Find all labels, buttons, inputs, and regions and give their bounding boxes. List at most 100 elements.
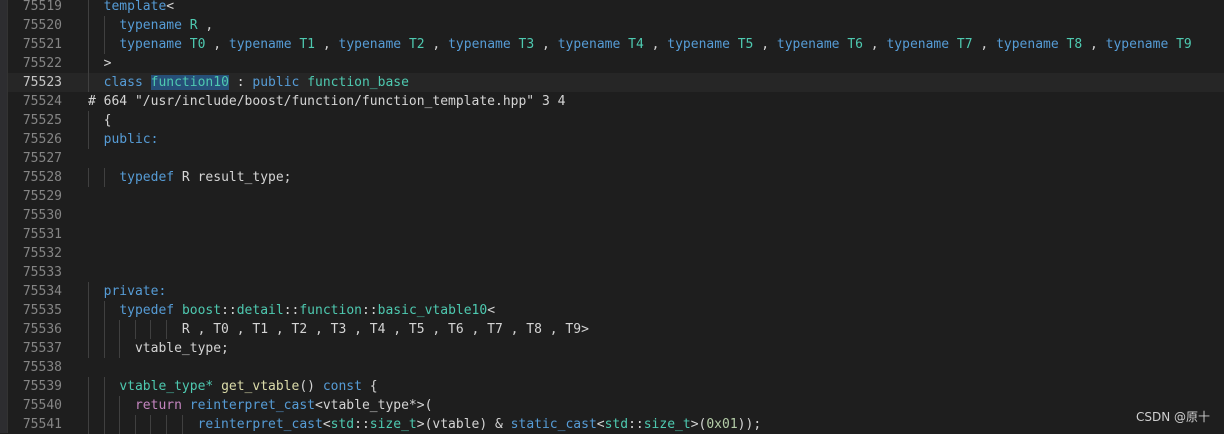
code-token: , [197, 18, 214, 33]
code-line[interactable]: 75533 [8, 263, 1224, 282]
code-line[interactable]: 75536 R , T0 , T1 , T2 , T3 , T4 , T5 , … [8, 320, 1224, 339]
code-token: , [862, 37, 887, 52]
code-token: >( [690, 417, 707, 432]
indent-guide [88, 73, 89, 92]
line-number: 75538 [22, 360, 62, 375]
code-text: typename T0 , typename T1 , typename T2 … [62, 35, 1224, 54]
indent-guide [166, 320, 167, 339]
code-token: < [596, 417, 605, 432]
line-number: 75535 [22, 303, 62, 318]
code-line[interactable]: 75528 typedef R result_type; [8, 168, 1224, 187]
line-number: 75532 [22, 246, 62, 261]
code-line[interactable]: 75522 > [8, 54, 1224, 73]
code-line[interactable]: 75525 { [8, 111, 1224, 130]
code-line[interactable]: 75541 reinterpret_cast<std::size_t>(vtab… [8, 415, 1224, 434]
indent-guide [88, 320, 89, 339]
code-token: reinterpret_cast [197, 417, 323, 432]
code-token: :: [354, 417, 370, 432]
code-token: T0 [189, 37, 206, 52]
code-line[interactable]: 75530 [8, 206, 1224, 225]
code-line[interactable]: 75519 template< [8, 0, 1224, 16]
code-text: public: [62, 130, 1224, 149]
line-number: 75527 [22, 151, 62, 166]
code-token: : [228, 75, 253, 90]
indent-guide [103, 16, 105, 35]
code-line[interactable]: 75523 class function10 : public function… [8, 73, 1224, 92]
indent-guide [88, 339, 89, 358]
code-token: typename [448, 37, 511, 52]
code-token: vtable_type; [134, 341, 229, 356]
indent-guide [88, 377, 89, 396]
line-number: 75519 [22, 0, 62, 14]
code-token: :: [361, 303, 378, 318]
code-token: < [322, 417, 331, 432]
code-token: { [103, 113, 112, 128]
code-token: typename [119, 37, 182, 52]
code-token: { [361, 379, 378, 394]
indent-guide [119, 339, 121, 358]
code-line[interactable]: 75524 # 664 "/usr/include/boost/function/… [8, 92, 1224, 111]
code-editor[interactable]: 75519 template< 75520 typename R , 75521 t… [8, 0, 1224, 434]
code-line[interactable]: 75535 typedef boost::detail::function::b… [8, 301, 1224, 320]
code-token: std [330, 417, 355, 432]
code-line[interactable]: 75521 typename T0 , typename T1 , typena… [8, 35, 1224, 54]
indent-guide [88, 16, 89, 35]
code-token: detail [236, 303, 284, 318]
code-text: typename R , [62, 16, 1224, 35]
line-number: 75530 [22, 208, 62, 223]
indent-guide [166, 415, 167, 434]
line-number: 75522 [22, 56, 62, 71]
code-token: template [103, 0, 167, 14]
code-line[interactable]: 75532 [8, 244, 1224, 263]
indent-guide [150, 320, 152, 339]
line-number: 75520 [22, 18, 62, 33]
code-token: T8 [1066, 37, 1083, 52]
indent-guide [88, 111, 89, 130]
code-token: private: [103, 284, 167, 299]
code-token: T5 [737, 37, 754, 52]
code-text: typedef boost::detail::function::basic_v… [62, 301, 1224, 320]
code-token: typename [667, 37, 730, 52]
code-token: boost [181, 303, 222, 318]
code-text: reinterpret_cast<std::size_t>(vtable) & … [62, 415, 1224, 434]
indent-guide [88, 301, 89, 320]
code-token: , [753, 37, 777, 52]
indent-guide [88, 415, 89, 434]
code-token: )); [737, 417, 762, 432]
code-token: >(vtable) & [416, 417, 511, 432]
code-line[interactable]: 75527 [8, 149, 1224, 168]
code-line[interactable]: 75537 vtable_type; [8, 339, 1224, 358]
code-token: T2 [408, 37, 425, 52]
code-line[interactable]: 75531 [8, 225, 1224, 244]
code-line[interactable]: 75540 return reinterpret_cast<vtable_typ… [8, 396, 1224, 415]
code-line[interactable]: 75538 [8, 358, 1224, 377]
code-token: typename [996, 37, 1059, 52]
code-token: class [103, 75, 143, 90]
code-line[interactable]: 75539 vtable_type* get_vtable() const { [8, 377, 1224, 396]
code-token: reinterpret_cast [189, 398, 315, 413]
code-token: <vtable_type*>( [315, 398, 433, 413]
code-line[interactable]: 75534 private: [8, 282, 1224, 301]
code-text: R , T0 , T1 , T2 , T3 , T4 , T5 , T6 , T… [62, 320, 1224, 339]
code-token: # 664 "/usr/include/boost/function/funct… [88, 94, 566, 109]
indent-guide [88, 130, 89, 149]
code-line[interactable]: 75526 public: [8, 130, 1224, 149]
indent-guide [88, 396, 89, 415]
code-token: T6 [847, 37, 863, 52]
code-token: T9 [1176, 37, 1192, 52]
code-text: > [62, 54, 1224, 73]
code-token: typename [338, 37, 402, 52]
code-token: function10 [150, 75, 229, 90]
code-line[interactable]: 75529 [8, 187, 1224, 206]
code-line[interactable]: 75520 typename R , [8, 16, 1224, 35]
code-token: , [972, 37, 997, 52]
line-number: 75525 [22, 113, 62, 128]
